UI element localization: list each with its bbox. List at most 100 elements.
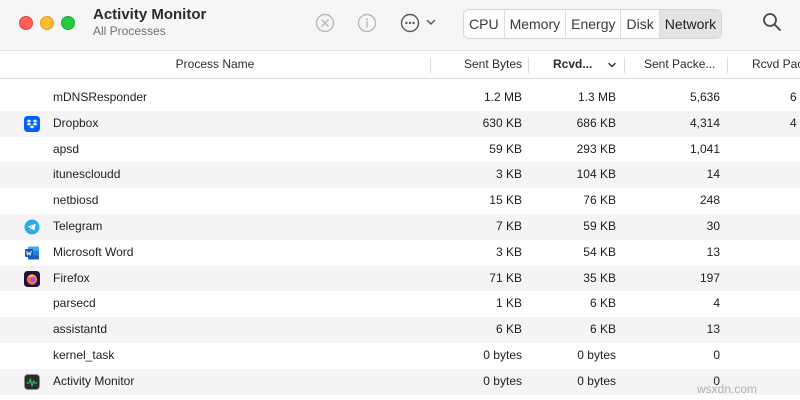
column-header-sent-packets[interactable]: Sent Packe... [644,51,724,78]
table-row[interactable]: Activity Monitor 0 bytes 0 bytes 0 [0,368,800,395]
column-divider[interactable] [624,57,625,73]
chevron-down-icon[interactable] [425,16,437,28]
sort-descending-icon [607,51,617,78]
process-name: parsecd [53,296,96,311]
table-row[interactable]: mDNSResponder 1.2 MB 1.3 MB 5,636 6 [0,85,800,111]
table-row[interactable]: Microsoft Word 3 KB 54 KB 13 [0,240,800,266]
window-subtitle: All Processes [93,24,166,38]
process-name: itunescloudd [53,167,121,182]
column-header-sent-bytes[interactable]: Sent Bytes [432,51,522,78]
sent-packets: 5,636 [689,90,720,104]
table-row[interactable]: Telegram 7 KB 59 KB 30 [0,213,800,240]
table-row[interactable]: netbiosd 15 KB 76 KB 248 [0,188,800,214]
rcvd-bytes: 293 KB [576,141,616,156]
firefox-icon [24,270,40,287]
sent-packets: 4 [713,296,720,311]
sent-packets: 197 [699,270,720,285]
sent-packets: 0 [713,347,720,362]
tab-cpu[interactable]: CPU [464,10,504,38]
process-name: Activity Monitor [53,373,135,388]
table-row[interactable]: assistantd 6 KB 6 KB 13 [0,317,800,343]
rcvd-bytes: 6 KB [589,296,616,311]
sent-bytes: 71 KB [489,270,522,285]
close-window-button[interactable] [19,16,33,30]
rcvd-bytes: 54 KB [583,244,616,259]
stop-process-icon[interactable] [314,12,336,34]
table-row[interactable]: apsd 59 KB 293 KB 1,041 [0,137,800,163]
telegram-icon [24,219,40,235]
rcvd-bytes: 1.3 MB [577,90,616,104]
process-name: kernel_task [53,347,115,362]
more-actions-icon[interactable] [399,12,421,34]
rcvd-bytes: 6 KB [589,322,616,337]
search-icon[interactable] [761,11,783,33]
sent-bytes: 0 bytes [483,347,522,362]
column-divider[interactable] [727,57,728,73]
rcvd-packets [790,266,800,292]
table-row[interactable]: Dropbox 630 KB 686 KB 4,314 4 [0,110,800,137]
sent-bytes: 3 KB [495,167,522,182]
sent-bytes: 3 KB [495,244,522,259]
sent-bytes: 630 KB [482,115,522,130]
tab-network[interactable]: Network [658,10,722,38]
rcvd-packets [790,137,800,163]
sent-bytes: 15 KB [489,193,522,208]
column-header-process-name[interactable]: Process Name [0,51,430,78]
info-icon[interactable] [356,12,378,34]
minimize-window-button[interactable] [40,16,54,30]
rcvd-bytes: 35 KB [583,270,616,285]
rcvd-packets [790,162,800,188]
tab-energy[interactable]: Energy [565,10,620,38]
view-tabs: CPU Memory Energy Disk Network [463,9,723,39]
sent-packets: 13 [706,244,720,259]
rcvd-packets [790,240,800,266]
sent-bytes: 1 KB [495,296,522,311]
tab-disk[interactable]: Disk [620,10,658,38]
table-header: Process Name Sent Bytes Rcvd... Sent Pac… [0,51,800,79]
process-name: Firefox [53,270,90,285]
table-row[interactable]: parsecd 1 KB 6 KB 4 [0,291,800,317]
rcvd-bytes: 104 KB [576,167,616,182]
sent-packets: 13 [706,322,720,337]
rcvd-packets [790,317,800,343]
sent-packets: 14 [706,167,720,182]
process-table: mDNSResponder 1.2 MB 1.3 MB 5,636 6 Drop… [0,85,800,395]
word-icon [24,245,40,261]
column-divider[interactable] [528,57,529,73]
watermark: wsxdn.com [697,382,758,396]
sent-bytes: 0 bytes [483,373,522,388]
table-row[interactable]: kernel_task 0 bytes 0 bytes 0 [0,343,800,369]
process-name: netbiosd [53,193,99,208]
activity-monitor-icon [24,373,40,390]
rcvd-packets [790,369,800,395]
table-row[interactable]: itunescloudd 3 KB 104 KB 14 [0,162,800,189]
rcvd-bytes: 686 KB [576,115,616,130]
column-divider[interactable] [430,57,431,73]
sent-bytes: 59 KB [489,141,522,156]
process-name: mDNSResponder [53,90,148,104]
table-row[interactable]: Firefox 71 KB 35 KB 197 [0,265,800,292]
rcvd-bytes: 0 bytes [577,373,616,388]
rcvd-packets [790,214,800,240]
rcvd-bytes: 59 KB [583,218,616,233]
rcvd-bytes: 0 bytes [577,347,616,362]
dropbox-icon [24,115,40,132]
column-header-rcvd-bytes[interactable]: Rcvd... [553,51,603,78]
process-name: assistantd [53,322,108,337]
rcvd-packets [790,343,800,369]
sent-packets: 4,314 [689,115,720,130]
process-name: apsd [53,141,80,156]
process-name: Telegram [53,218,103,233]
window-toolbar: Activity Monitor All Processes CPU Memor… [0,0,800,51]
sent-bytes: 7 KB [495,218,522,233]
rcvd-bytes: 76 KB [583,193,616,208]
window-title: Activity Monitor [93,6,207,23]
rcvd-packets: 4 [790,115,797,130]
process-name: Microsoft Word [53,244,134,259]
rcvd-packets: 6 [790,90,797,104]
tab-memory[interactable]: Memory [503,10,566,38]
zoom-window-button[interactable] [61,16,75,30]
sent-packets: 30 [706,218,720,233]
sent-packets: 1,041 [689,141,720,156]
column-header-rcvd-packets[interactable]: Rcvd Pac [752,51,800,78]
